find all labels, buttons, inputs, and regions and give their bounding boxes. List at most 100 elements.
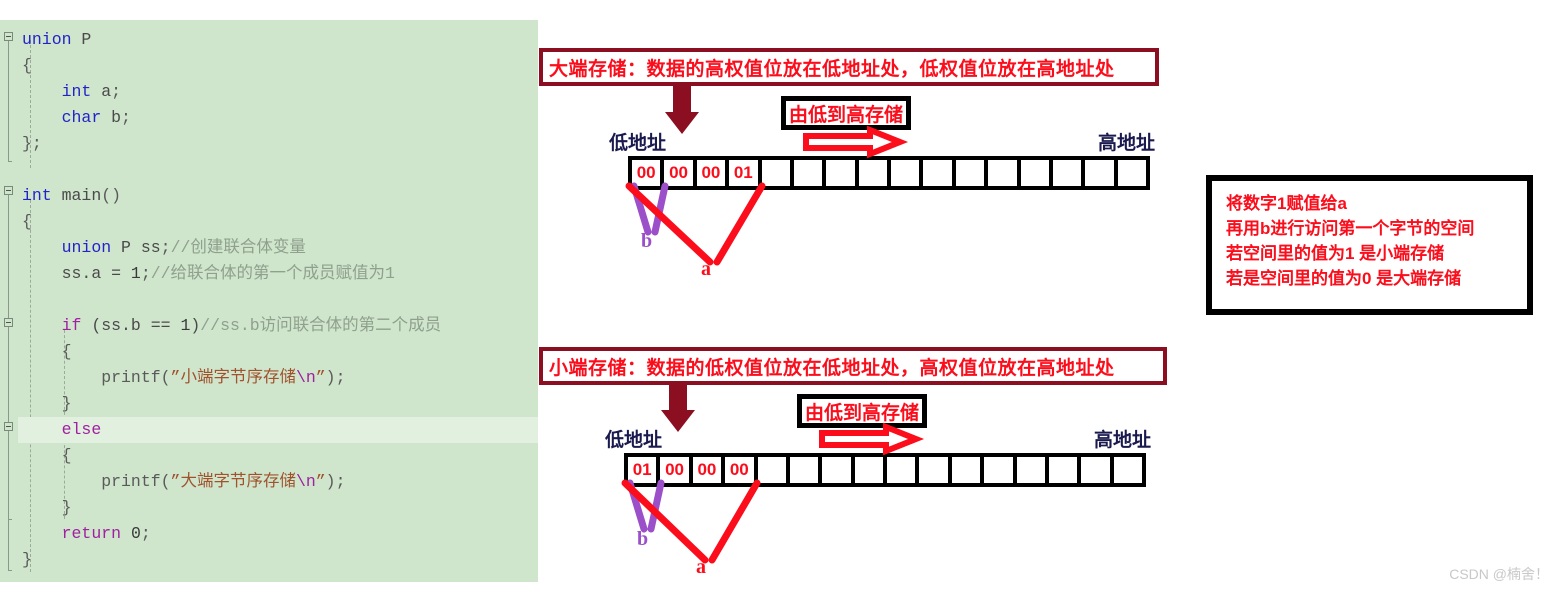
fold-toggle-if[interactable]	[4, 318, 13, 327]
little-endian-memory-cell-13	[1048, 457, 1078, 483]
little-endian-flow-label: 由低到高存储	[805, 402, 920, 424]
keyword-union: union	[61, 238, 112, 257]
little-endian-banner-text: 小端存储：数据的低权值位放在低地址处，高权值位放在高地址处	[549, 357, 1115, 379]
fold-bracket-foot-else	[8, 519, 12, 520]
note-line-2: 再用b进行访问第一个字节的空间	[1226, 219, 1475, 238]
big-endian-memory-cell-6	[826, 160, 855, 186]
explanation-note-box: 将数字1赋值给a 再用b进行访问第一个字节的空间 若空间里的值为1 是小端存储 …	[1206, 175, 1533, 315]
comment-access-second-member: //ss.b访问联合体的第二个成员	[200, 316, 442, 335]
big-endian-high-address-label: 高地址	[1098, 133, 1156, 154]
comment-create-union: //创建联合体变量	[170, 238, 306, 257]
big-endian-flow-arrow	[803, 125, 909, 159]
big-endian-memory-cell-7	[858, 160, 887, 186]
note-line-1: 将数字1赋值给a	[1226, 194, 1347, 213]
little-endian-memory-cell-9	[919, 457, 948, 483]
code-line: printf(”大端字节序存储\n”);	[18, 469, 538, 495]
little-endian-flow-arrow	[819, 422, 925, 456]
little-endian-high-address-label: 高地址	[1094, 430, 1152, 451]
code-line: {	[18, 209, 538, 235]
little-endian-memory-cell-15	[1113, 457, 1142, 483]
big-endian-memory-cell-13	[1052, 160, 1082, 186]
little-endian-memory-cell-3: 00	[725, 457, 754, 483]
big-endian-memory-cell-8	[891, 160, 920, 186]
function-printf: printf	[101, 472, 161, 491]
big-endian-memory-cell-15	[1117, 160, 1146, 186]
big-endian-memory-cell-14	[1085, 160, 1114, 186]
big-endian-label-a: a	[701, 258, 711, 280]
string-big-endian-body: 大端字节序存储	[180, 472, 296, 491]
string-little-endian-body: 小端字节序存储	[180, 368, 296, 387]
code-line: if (ss.b == 1)//ss.b访问联合体的第二个成员	[18, 313, 538, 339]
big-endian-low-address-label: 低地址	[609, 133, 667, 154]
condition-ss-b: (ss.b ==	[91, 316, 181, 335]
big-endian-flow-label: 由低到高存储	[789, 104, 904, 126]
little-endian-memory-cell-2: 00	[692, 457, 722, 483]
big-endian-banner: 大端存储：数据的高权值位放在低地址处，低权值位放在高地址处	[539, 48, 1159, 86]
code-fold-gutter[interactable]	[0, 20, 18, 582]
big-endian-banner-text: 大端存储：数据的高权值位放在低地址处，低权值位放在高地址处	[549, 58, 1115, 80]
big-endian-memory-cell-10	[955, 160, 985, 186]
big-endian-memory-cell-9	[923, 160, 952, 186]
code-line: };	[18, 131, 538, 157]
big-endian-memory-cell-2: 00	[696, 160, 726, 186]
keyword-return: return	[61, 524, 122, 543]
keyword-else: else	[61, 420, 102, 439]
little-endian-memory-cell-14	[1081, 457, 1110, 483]
code-line: union P	[18, 27, 538, 53]
code-line: char b;	[18, 105, 538, 131]
literal-0: 0	[130, 524, 141, 543]
escape-newline: \n	[295, 368, 316, 387]
big-endian-memory-cell-12	[1020, 160, 1049, 186]
fold-toggle-else[interactable]	[4, 422, 13, 431]
code-line: }	[18, 495, 538, 521]
type-name-p: P	[81, 30, 92, 49]
keyword-int: int	[61, 82, 92, 101]
big-endian-memory-cell-1: 00	[664, 160, 693, 186]
member-b: b	[111, 108, 122, 127]
big-endian-memory-cell-5	[793, 160, 823, 186]
escape-newline: \n	[295, 472, 316, 491]
little-endian-flow-label-box: 由低到高存储	[797, 394, 927, 428]
literal-1: 1	[180, 316, 191, 335]
little-endian-memory-cell-12	[1016, 457, 1045, 483]
paren-open: (	[160, 368, 171, 387]
code-line: {	[18, 443, 538, 469]
code-line-else-highlighted: else	[18, 417, 538, 443]
keyword-union: union	[22, 30, 72, 49]
big-endian-down-arrow	[665, 86, 699, 134]
brace-open: {	[61, 446, 72, 465]
fold-toggle-main[interactable]	[4, 186, 13, 195]
semicolon: ;	[140, 524, 151, 543]
semicolon: ;	[160, 238, 171, 257]
fold-bracket-else	[8, 431, 9, 519]
code-editor-panel: union P { int a; char b; }; int main() {…	[0, 20, 538, 582]
code-text-area[interactable]: union P { int a; char b; }; int main() {…	[18, 20, 538, 582]
code-line: printf(”小端字节序存储\n”);	[18, 365, 538, 391]
brace-close: }	[22, 550, 32, 569]
string-big-endian: ”大端字节序存储\n”	[170, 472, 326, 491]
brace-open: {	[22, 56, 32, 75]
code-line: {	[18, 53, 538, 79]
keyword-if: if	[61, 316, 82, 335]
big-endian-b-connector	[630, 182, 669, 236]
paren-open: (	[160, 472, 171, 491]
parens: ()	[101, 186, 122, 205]
little-endian-memory-cell-0: 01	[628, 457, 657, 483]
paren-close-semicolon: );	[325, 368, 346, 387]
code-line: {	[18, 339, 538, 365]
little-endian-memory-cell-10	[951, 457, 981, 483]
brace-open: {	[22, 212, 32, 231]
little-endian-memory-cell-7	[854, 457, 883, 483]
fold-bracket-if	[8, 327, 9, 423]
little-endian-memory-cell-8	[887, 457, 916, 483]
big-endian-memory-cell-0: 00	[632, 160, 661, 186]
brace-close: };	[22, 134, 42, 153]
big-endian-label-b: b	[641, 230, 653, 252]
big-endian-memory-row: 00 00 00 01	[628, 156, 1150, 190]
semicolon: ;	[140, 264, 151, 283]
big-endian-memory-cell-11	[988, 160, 1017, 186]
string-little-endian: ”小端字节序存储\n”	[170, 368, 326, 387]
fold-bracket-foot-union	[8, 161, 12, 162]
fold-toggle-union[interactable]	[4, 32, 13, 41]
